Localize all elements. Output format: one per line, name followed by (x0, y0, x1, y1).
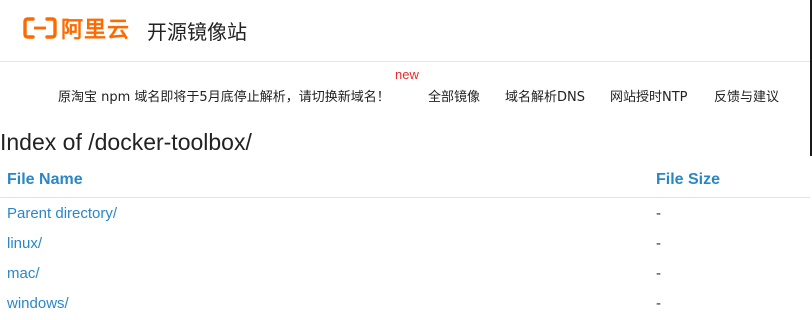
aliyun-bracket-icon (23, 17, 57, 39)
linux-folder-link[interactable]: linux/ (7, 235, 42, 252)
table-header-row: File Name File Size (0, 163, 810, 198)
file-name-cell: mac/ (0, 258, 649, 288)
nav-bar: 原淘宝 npm 域名即将于5月底停止解析，请切换新域名！ new 全部镜像 域名… (0, 62, 812, 114)
aliyun-logo[interactable]: 阿里云 (23, 14, 131, 43)
nav-ntp[interactable]: 网站授时NTP (610, 86, 688, 105)
column-header-file-name: File Name (0, 163, 649, 198)
table-row: mac/ - (0, 258, 810, 288)
site-header: 阿里云 开源镜像站 (0, 0, 812, 62)
file-size-cell: - (656, 234, 661, 252)
table-row: linux/ - (0, 228, 810, 258)
table-row: windows/ - (0, 288, 810, 318)
mac-folder-link[interactable]: mac/ (7, 265, 40, 282)
logo-text: 阿里云 (61, 18, 131, 43)
new-badge: new (395, 67, 419, 82)
file-listing-table: File Name File Size Parent directory/ - … (0, 163, 810, 318)
nav-dns[interactable]: 域名解析DNS (505, 86, 585, 105)
npm-domain-notice-link[interactable]: 原淘宝 npm 域名即将于5月底停止解析，请切换新域名！ (58, 86, 390, 105)
windows-folder-link[interactable]: windows/ (7, 295, 69, 312)
site-title: 开源镜像站 (147, 20, 247, 44)
file-size-cell: - (656, 294, 661, 312)
file-name-cell: Parent directory/ (0, 198, 649, 229)
parent-directory-link[interactable]: Parent directory/ (7, 205, 117, 222)
column-header-file-size: File Size (649, 163, 810, 198)
file-size-cell: - (656, 204, 661, 222)
nav-feedback[interactable]: 反馈与建议 (714, 86, 779, 105)
file-name-cell: linux/ (0, 228, 649, 258)
file-name-cell: windows/ (0, 288, 649, 318)
table-row: Parent directory/ - (0, 198, 810, 229)
page-title: Index of /docker-toolbox/ (0, 129, 252, 155)
nav-all-mirrors[interactable]: 全部镜像 (428, 86, 480, 105)
file-size-cell: - (656, 264, 661, 282)
